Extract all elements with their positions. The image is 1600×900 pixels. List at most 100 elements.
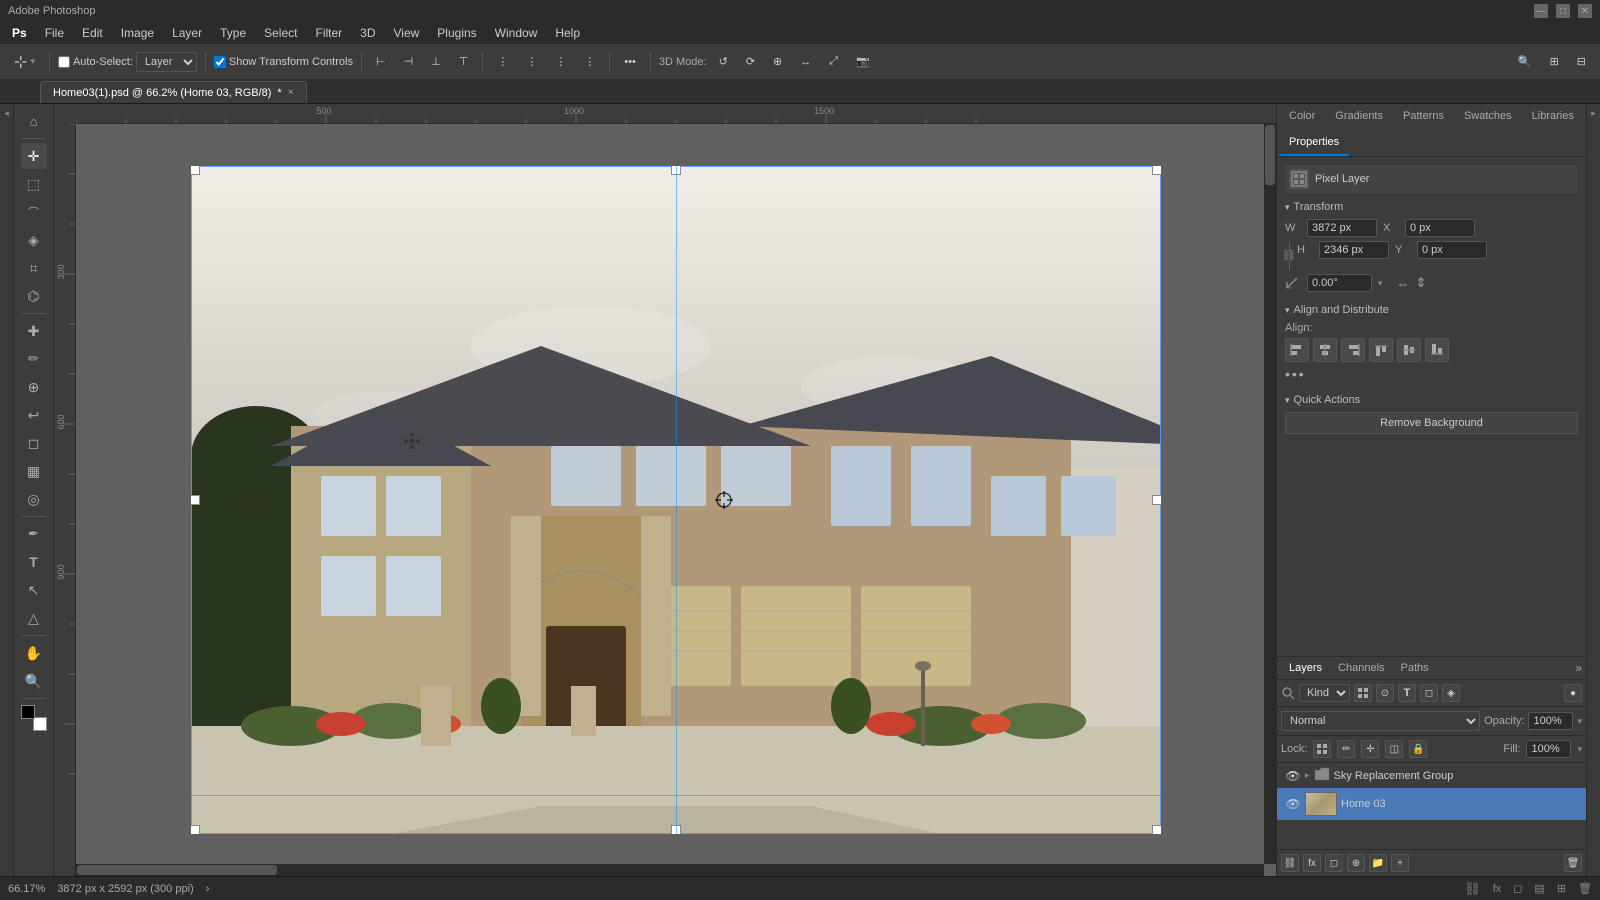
lock-artboard-btn[interactable]: ◫ (1385, 740, 1403, 758)
3d-scale-btn[interactable]: ⤢ (823, 49, 844, 75)
fill-dropdown[interactable]: ▾ (1577, 744, 1582, 755)
align-more-btn[interactable]: ••• (1285, 366, 1578, 382)
filter-adjustment-btn[interactable]: ⊙ (1376, 684, 1394, 702)
filter-pixel-btn[interactable] (1354, 684, 1372, 702)
filter-toggle[interactable]: ● (1564, 684, 1582, 702)
minimize-btn[interactable]: — (1534, 4, 1548, 18)
menu-ps[interactable]: Ps (4, 24, 35, 42)
h-input[interactable] (1319, 241, 1389, 259)
filter-kind-select[interactable]: Kind (1299, 684, 1350, 702)
auto-select-checkbox[interactable] (58, 56, 70, 68)
fill-input[interactable]: 100% (1526, 740, 1571, 758)
move-tool[interactable]: ✛ (21, 143, 47, 169)
workspace-btn[interactable]: ⊟ (1571, 49, 1592, 75)
align-center-h-btn[interactable]: ⊣ (398, 49, 420, 75)
align-justify-btn[interactable]: ⊤ (453, 49, 475, 75)
filter-type-btn[interactable]: T (1398, 684, 1416, 702)
quick-select-tool[interactable]: ◈ (21, 227, 47, 253)
menu-type[interactable]: Type (212, 24, 254, 42)
canvas-wrapper[interactable] (191, 166, 1161, 834)
tab-gradients[interactable]: Gradients (1325, 104, 1393, 130)
flip-horizontal-btn[interactable]: ⇔ (1397, 276, 1410, 291)
align-right-edges-btn[interactable] (1341, 338, 1365, 362)
trash-icon[interactable]: 🗑 (1578, 882, 1592, 895)
layers-expand-btn[interactable]: » (1575, 661, 1582, 675)
pen-tool[interactable]: ✒ (21, 521, 47, 547)
tab-close-btn[interactable]: × (288, 87, 294, 98)
layer-item-home03[interactable]: 👁 Home 03 (1277, 788, 1586, 820)
layer-vis-sky[interactable]: 👁 (1285, 768, 1301, 784)
3d-rotate-btn[interactable]: ↺ (713, 49, 734, 75)
horizontal-scrollbar[interactable] (76, 864, 1264, 876)
vertical-scrollbar[interactable] (1264, 124, 1276, 864)
v-scroll-thumb[interactable] (1265, 125, 1275, 185)
menu-select[interactable]: Select (256, 24, 305, 42)
layer-arrow-sky[interactable]: ▸ (1305, 770, 1310, 781)
tab-color[interactable]: Color (1279, 104, 1325, 130)
fx-icon[interactable]: fx (1493, 883, 1502, 895)
distribute-right-btn[interactable]: ⋮ (549, 49, 572, 75)
clone-tool[interactable]: ⊕ (21, 374, 47, 400)
layer-vis-home03[interactable]: 👁 (1285, 796, 1301, 812)
select-tool[interactable]: ⬚ (21, 171, 47, 197)
align-left-btn[interactable]: ⊢ (370, 49, 392, 75)
maximize-btn[interactable]: □ (1556, 4, 1570, 18)
lock-pixels-btn[interactable] (1313, 740, 1331, 758)
align-middle-h-btn[interactable] (1397, 338, 1421, 362)
align-center-v-btn[interactable] (1313, 338, 1337, 362)
heal-tool[interactable]: ✚ (21, 318, 47, 344)
text-tool[interactable]: T (21, 549, 47, 575)
gradient-tool[interactable]: ▦ (21, 458, 47, 484)
create-layer-btn[interactable]: + (1391, 854, 1409, 872)
document-tab[interactable]: Home03(1).psd @ 66.2% (Home 03, RGB/8) *… (40, 81, 307, 103)
lock-image-btn[interactable]: ✏ (1337, 740, 1355, 758)
x-input[interactable] (1405, 219, 1475, 237)
home-btn[interactable]: ⌂ (21, 108, 47, 134)
filter-smart-btn[interactable]: ◈ (1442, 684, 1460, 702)
history-brush[interactable]: ↩ (21, 402, 47, 428)
tab-libraries[interactable]: Libraries (1522, 104, 1584, 130)
right-collapse-btn[interactable]: ▸ (1591, 108, 1596, 119)
crop-tool[interactable]: ⌗ (21, 255, 47, 281)
create-group-btn[interactable]: 📁 (1369, 854, 1387, 872)
opacity-input[interactable]: 100% (1528, 712, 1573, 730)
add-adjustment-btn[interactable]: ⊕ (1347, 854, 1365, 872)
tab-layers[interactable]: Layers (1281, 657, 1330, 679)
left-collapse-btn[interactable]: ◂ (4, 108, 9, 119)
menu-filter[interactable]: Filter (307, 24, 350, 42)
tab-paths[interactable]: Paths (1393, 657, 1437, 679)
3d-pan-btn[interactable]: ⟳ (740, 49, 761, 75)
canvas-image[interactable] (191, 166, 1161, 834)
shape-tool[interactable]: △ (21, 605, 47, 631)
search-btn[interactable]: 🔍 (1512, 49, 1538, 75)
path-select-tool[interactable]: ↖ (21, 577, 47, 603)
menu-layer[interactable]: Layer (164, 24, 210, 42)
foreground-color[interactable] (21, 705, 35, 719)
comp-btn[interactable]: ⊞ (1557, 882, 1566, 895)
h-scroll-thumb[interactable] (77, 865, 277, 875)
menu-view[interactable]: View (386, 24, 428, 42)
remove-background-btn[interactable]: Remove Background (1285, 412, 1578, 434)
status-arrow[interactable]: › (206, 883, 210, 895)
align-header[interactable]: ▾ Align and Distribute (1285, 304, 1578, 316)
brush-tool[interactable]: ✏ (21, 346, 47, 372)
lasso-tool[interactable]: ⌒ (21, 199, 47, 225)
transform-controls-checkbox[interactable] (214, 56, 226, 68)
align-top-edges-btn[interactable] (1369, 338, 1393, 362)
menu-image[interactable]: Image (113, 24, 162, 42)
angle-dropdown[interactable]: ▾ (1378, 278, 1383, 289)
eraser-tool[interactable]: ◻ (21, 430, 47, 456)
eyedropper-tool[interactable]: ⌬ (21, 283, 47, 309)
opacity-dropdown[interactable]: ▾ (1577, 716, 1582, 727)
menu-help[interactable]: Help (547, 24, 588, 42)
layer-btn[interactable]: ▤ (1534, 882, 1544, 895)
align-right-btn[interactable]: ⊥ (425, 49, 447, 75)
tab-swatches[interactable]: Swatches (1454, 104, 1522, 130)
3d-orbit-btn[interactable]: ⊕ (767, 49, 788, 75)
tab-properties[interactable]: Properties (1279, 130, 1349, 156)
add-mask-btn[interactable]: ◻ (1325, 854, 1343, 872)
align-bottom-edges-btn[interactable] (1425, 338, 1449, 362)
distribute-center-btn[interactable]: ⋮ (520, 49, 543, 75)
chain-icon[interactable]: ⛓ (1282, 251, 1296, 262)
filter-shape-btn[interactable]: ◻ (1420, 684, 1438, 702)
